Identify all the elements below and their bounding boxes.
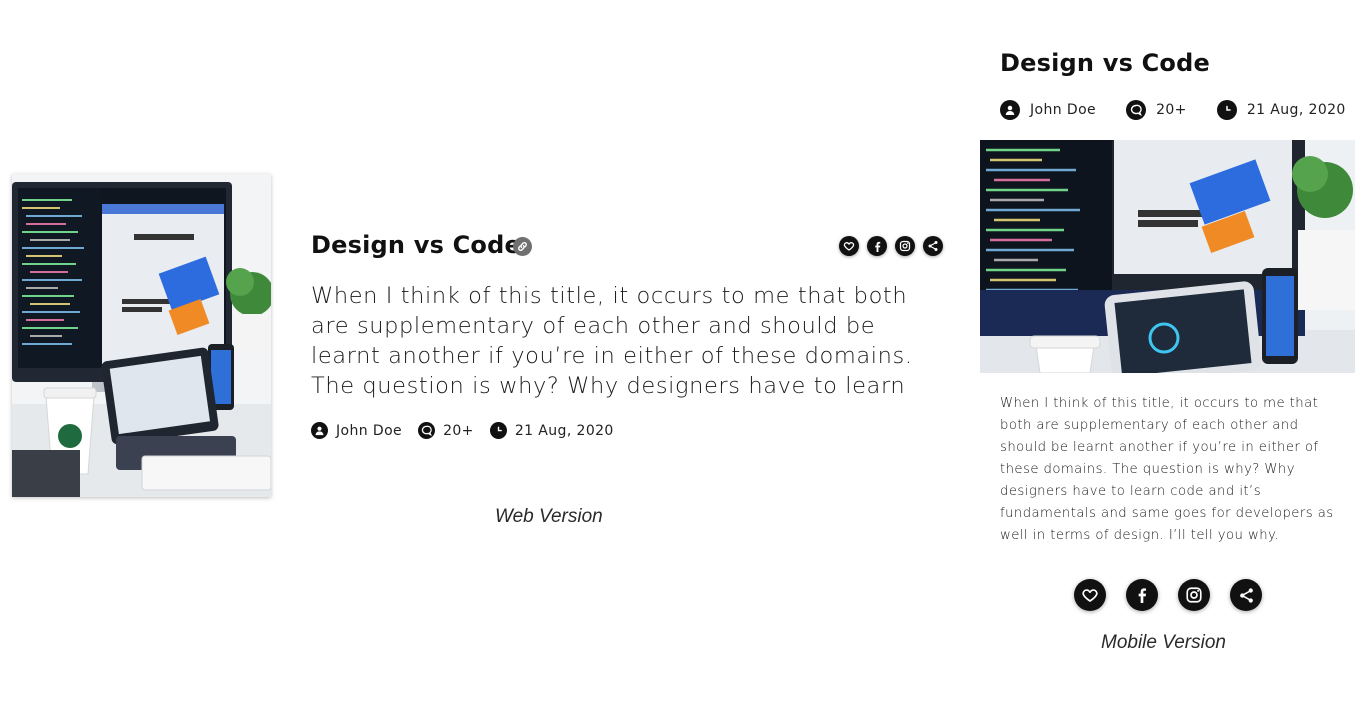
comment-icon bbox=[1126, 100, 1147, 120]
instagram-icon[interactable] bbox=[895, 236, 915, 256]
user-icon bbox=[311, 422, 328, 439]
web-article-meta: John Doe 20+ 21 Aug, 2020 bbox=[311, 422, 630, 439]
mobile-article-excerpt: When I think of this title, it occurs to… bbox=[1000, 396, 1334, 543]
mobile-article-thumbnail[interactable] bbox=[980, 140, 1355, 373]
clock-icon bbox=[1216, 100, 1237, 120]
mobile-version-caption: Mobile Version bbox=[1101, 632, 1226, 653]
comments-meta: 20+ bbox=[1126, 100, 1187, 120]
facebook-icon[interactable] bbox=[1126, 579, 1158, 611]
author-name[interactable]: John Doe bbox=[336, 423, 402, 439]
date-meta: 21 Aug, 2020 bbox=[1216, 100, 1346, 120]
comment-icon bbox=[418, 422, 436, 439]
publish-date: 21 Aug, 2020 bbox=[514, 422, 614, 439]
author-meta: John Doe bbox=[1000, 100, 1096, 120]
comment-count[interactable]: 20+ bbox=[1156, 102, 1187, 118]
heart-icon[interactable] bbox=[1074, 579, 1106, 611]
publish-date: 21 Aug, 2020 bbox=[1246, 102, 1346, 118]
share-icon[interactable] bbox=[1230, 579, 1262, 611]
author-meta: John Doe bbox=[311, 422, 402, 439]
mobile-action-bar bbox=[1074, 579, 1262, 611]
instagram-icon[interactable] bbox=[1178, 579, 1210, 611]
web-article-thumbnail[interactable] bbox=[12, 174, 271, 497]
web-version-caption: Web Version bbox=[495, 506, 603, 527]
link-icon[interactable] bbox=[513, 237, 532, 256]
clock-icon bbox=[489, 422, 507, 439]
share-icon[interactable] bbox=[923, 236, 943, 256]
web-article-excerpt: When I think of this title, it occurs to… bbox=[311, 283, 913, 399]
comments-meta: 20+ bbox=[418, 422, 474, 439]
mobile-article-title[interactable]: Design vs Code bbox=[1000, 49, 1210, 77]
heart-icon[interactable] bbox=[839, 236, 859, 256]
mobile-article-meta: John Doe 20+ 21 Aug, 2020 bbox=[1000, 100, 1346, 120]
user-icon bbox=[1000, 100, 1020, 120]
web-article-title[interactable]: Design vs Code bbox=[311, 231, 521, 259]
date-meta: 21 Aug, 2020 bbox=[489, 422, 614, 439]
web-action-bar bbox=[839, 236, 943, 256]
comment-count[interactable]: 20+ bbox=[443, 423, 474, 439]
facebook-icon[interactable] bbox=[867, 236, 887, 256]
author-name[interactable]: John Doe bbox=[1030, 102, 1096, 118]
